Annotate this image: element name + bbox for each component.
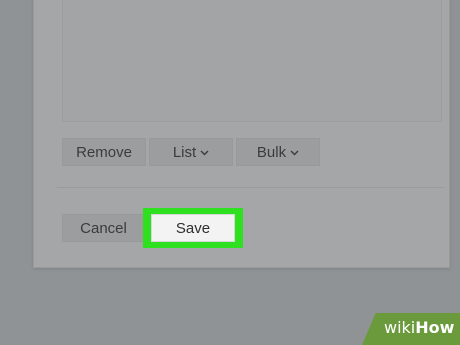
save-button-label: Save: [175, 219, 211, 237]
chevron-down-icon: [290, 148, 299, 158]
divider: [57, 187, 445, 188]
bulk-button-label: Bulk: [256, 143, 287, 161]
cancel-button[interactable]: Cancel: [62, 214, 145, 242]
text-area[interactable]: [62, 0, 442, 122]
list-dropdown-button[interactable]: List: [149, 138, 233, 166]
wikihow-watermark: wikiHow: [362, 313, 460, 345]
remove-button-label: Remove: [76, 143, 132, 161]
watermark-text: wikiHow: [384, 318, 454, 337]
chevron-down-icon: [200, 148, 209, 158]
cancel-button-label: Cancel: [80, 219, 127, 237]
save-button[interactable]: Save: [151, 214, 235, 242]
list-button-label: List: [172, 143, 197, 161]
remove-button[interactable]: Remove: [62, 138, 146, 166]
bulk-dropdown-button[interactable]: Bulk: [236, 138, 320, 166]
watermark-prefix: wiki: [384, 318, 416, 337]
watermark-suffix: How: [415, 318, 455, 337]
